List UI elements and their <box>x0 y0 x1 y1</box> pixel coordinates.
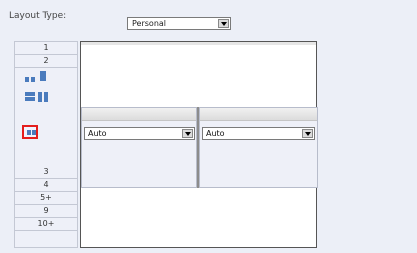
right-pane: Auto <box>199 107 318 188</box>
columns-9-button[interactable]: 9 <box>15 205 77 218</box>
layout-type-select[interactable]: Personal <box>127 17 231 30</box>
right-pane-select[interactable]: Auto <box>202 127 315 140</box>
split-columns-icon[interactable] <box>38 92 48 102</box>
left-pane-value: Auto <box>88 129 107 138</box>
columns-3-button[interactable]: 3 <box>15 166 77 179</box>
left-pane: Auto <box>81 107 197 188</box>
dropdown-arrow-icon[interactable] <box>302 129 313 138</box>
two-column-icon[interactable] <box>25 75 35 84</box>
layout-type-value: Personal <box>132 19 167 28</box>
columns-1-button[interactable]: 1 <box>15 42 77 55</box>
dropdown-arrow-icon[interactable] <box>182 129 193 138</box>
columns-2-button[interactable]: 2 <box>15 55 77 68</box>
canvas-top-strip <box>81 42 316 45</box>
columns-5plus-button[interactable]: 5+ <box>15 192 77 205</box>
layout-canvas: Auto Auto <box>80 41 318 248</box>
one-column-icon[interactable] <box>38 71 48 81</box>
columns-10plus-button[interactable]: 10+ <box>15 218 77 231</box>
left-pane-select[interactable]: Auto <box>84 127 195 140</box>
layout-type-label: Layout Type: <box>9 11 67 21</box>
selected-layout-icon[interactable] <box>22 125 38 139</box>
right-pane-value: Auto <box>206 129 225 138</box>
right-pane-header <box>200 108 317 121</box>
dropdown-arrow-icon[interactable] <box>218 19 229 28</box>
columns-4-button[interactable]: 4 <box>15 179 77 192</box>
left-pane-header <box>82 108 196 121</box>
two-rows-icon[interactable] <box>25 92 35 101</box>
layout-options-panel: 1 2 3 4 5+ 9 10+ <box>14 41 78 248</box>
